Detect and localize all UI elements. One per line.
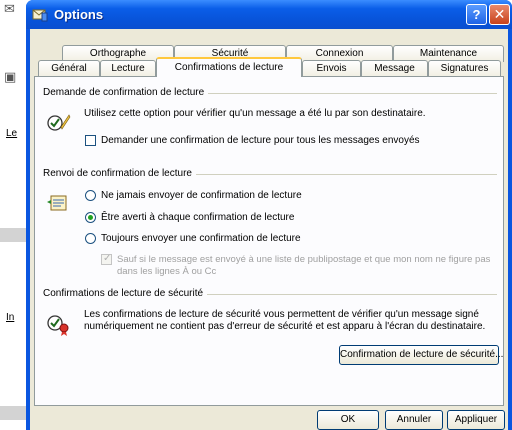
cancel-button[interactable]: Annuler	[385, 410, 443, 430]
mailing-list-exception-label-line1: Sauf si le message est envoyé à une list…	[117, 254, 491, 265]
read-receipt-icon	[47, 114, 71, 131]
radio-never-send-label: Ne jamais envoyer de confirmation de lec…	[101, 190, 302, 201]
secure-receipt-button[interactable]: Confirmation de lecture de sécurité...	[339, 345, 503, 365]
folder-icon: ▣	[4, 69, 17, 84]
dialog-client-area: Orthographe Sécurité Connexion Maintenan…	[30, 29, 508, 430]
receipt-document-icon	[47, 195, 67, 211]
close-button[interactable]: ✕	[489, 4, 510, 25]
secure-receipt-icon	[47, 315, 69, 336]
checkmark-icon: ✓	[103, 253, 112, 264]
envelope-icon: ✉	[4, 1, 15, 16]
tab-panel-confirmations: Demande de confirmation de lecture Utili…	[34, 76, 504, 406]
radio-notify-each-label: Être averti à chaque confirmation de lec…	[101, 212, 295, 223]
request-group-title: Demande de confirmation de lecture	[43, 87, 209, 98]
background-link-le[interactable]: Le	[6, 128, 17, 139]
tab-signatures[interactable]: Signatures	[428, 60, 501, 77]
request-receipt-checkbox[interactable]	[85, 135, 96, 146]
return-group-title: Renvoi de confirmation de lecture	[43, 168, 196, 179]
secure-description-line2: numériquement ne contient pas d'erreur d…	[84, 321, 486, 332]
mail-options-icon	[32, 9, 48, 22]
mailing-list-exception-checkbox[interactable]: ✓	[101, 253, 112, 265]
tab-lecture[interactable]: Lecture	[100, 60, 156, 77]
tab-confirmations-de-lecture[interactable]: Confirmations de lecture	[156, 57, 302, 77]
mailing-list-exception-label-line2: dans les lignes À ou Cc	[117, 266, 217, 277]
radio-always-send[interactable]	[85, 233, 96, 244]
apply-button[interactable]: Appliquer	[447, 410, 505, 430]
request-receipt-label: Demander une confirmation de lecture pou…	[101, 135, 420, 146]
tab-general[interactable]: Général	[38, 60, 100, 77]
request-description: Utilisez cette option pour vérifier qu'u…	[84, 108, 426, 119]
ok-button[interactable]: OK	[317, 410, 379, 430]
radio-notify-each[interactable]	[85, 212, 96, 223]
background-link-in[interactable]: In	[6, 312, 14, 323]
radio-always-send-label: Toujours envoyer une confirmation de lec…	[101, 233, 301, 244]
radio-selected-dot	[88, 215, 93, 220]
secure-description-line1: Les confirmations de lecture de sécurité…	[84, 309, 479, 320]
background-bar	[0, 406, 28, 420]
background-bar	[0, 228, 28, 242]
radio-never-send[interactable]	[85, 190, 96, 201]
help-button[interactable]: ?	[466, 4, 487, 25]
tab-message[interactable]: Message	[361, 60, 428, 77]
window-title: Options	[54, 7, 104, 22]
tab-envois[interactable]: Envois	[302, 60, 361, 77]
title-bar[interactable]: Options ? ✕	[26, 0, 512, 29]
options-dialog: Options ? ✕ Orthographe Sécurité Connexi…	[26, 0, 512, 430]
secure-group-title: Confirmations de lecture de sécurité	[43, 288, 208, 299]
